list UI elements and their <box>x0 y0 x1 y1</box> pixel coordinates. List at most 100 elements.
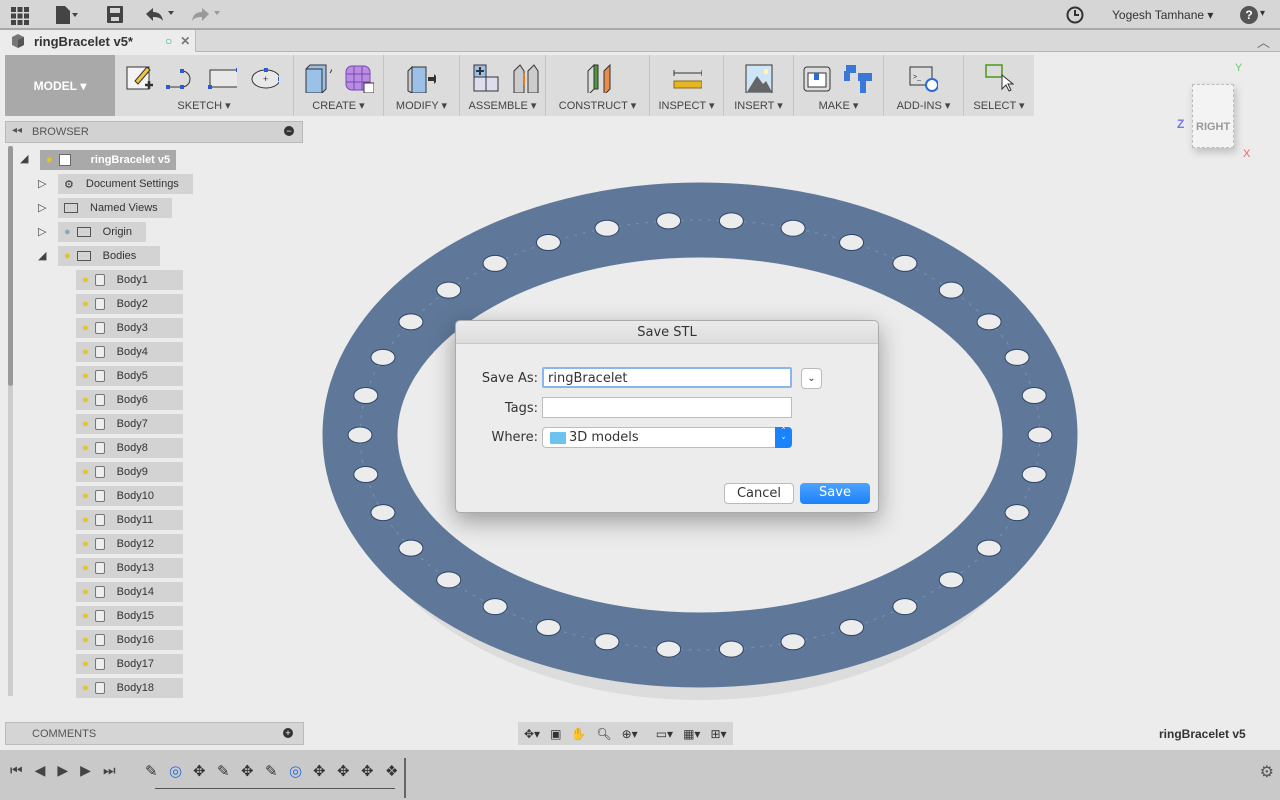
collapse-triangle-icon[interactable]: ◢ <box>38 249 46 262</box>
browser-folder-named-views[interactable]: Named Views <box>58 198 172 218</box>
cancel-button[interactable]: Cancel <box>724 483 794 504</box>
browser-body-item[interactable]: ● Body14 <box>76 582 183 602</box>
sketch-menu[interactable]: SKETCH ▾ <box>115 99 293 112</box>
browser-body-item[interactable]: ● Body12 <box>76 534 183 554</box>
expand-triangle-icon[interactable]: ◢ <box>20 152 28 165</box>
browser-body-item[interactable]: ● Body2 <box>76 294 183 314</box>
expand-dialog-chevron-icon[interactable]: ⌄ <box>801 368 822 389</box>
assemble-group[interactable]: ASSEMBLE ▾ <box>459 55 545 116</box>
lightbulb-icon[interactable]: ● <box>82 466 89 478</box>
new-component-icon[interactable] <box>470 63 500 93</box>
add-comment-icon[interactable]: + <box>283 728 293 738</box>
expand-triangle-icon[interactable]: ▷ <box>38 225 46 238</box>
lightbulb-icon[interactable]: ● <box>82 394 89 406</box>
browser-scrollbar[interactable] <box>8 146 13 696</box>
browser-folder-bodies[interactable]: ● Bodies <box>58 246 161 266</box>
job-status-clock-icon[interactable] <box>1066 6 1084 24</box>
timeline-sketch-feature-icon[interactable]: ✎ <box>265 762 283 780</box>
form-icon[interactable] <box>344 63 374 93</box>
workspace-switcher[interactable]: MODEL ▾ <box>5 55 115 116</box>
save-as-input[interactable]: ringBracelet <box>542 367 792 388</box>
lightbulb-icon[interactable]: ● <box>82 370 89 382</box>
where-select[interactable]: 3D models ˄ ˅ <box>542 427 792 448</box>
look-at-icon[interactable]: ▣ <box>550 727 561 741</box>
browser-body-item[interactable]: ● Body10 <box>76 486 183 506</box>
timeline-move-feature-icon[interactable]: ✥ <box>193 762 211 780</box>
inspect-group[interactable]: INSPECT ▾ <box>649 55 723 116</box>
joint-icon[interactable] <box>510 63 540 93</box>
browser-body-item[interactable]: ● Body11 <box>76 510 183 530</box>
lightbulb-icon[interactable]: ● <box>82 634 89 646</box>
select-icon[interactable] <box>984 63 1014 93</box>
insert-group[interactable]: INSERT ▾ <box>723 55 793 116</box>
expand-triangle-icon[interactable]: ▷ <box>38 201 46 214</box>
press-pull-icon[interactable] <box>406 63 436 93</box>
make-group[interactable]: MAKE ▾ <box>793 55 883 116</box>
lightbulb-icon[interactable]: ● <box>64 250 71 262</box>
timeline-move-feature-icon[interactable]: ✥ <box>241 762 259 780</box>
go-to-start-icon[interactable]: ⏮ <box>10 762 23 779</box>
save-icon[interactable] <box>107 6 123 24</box>
assemble-menu[interactable]: ASSEMBLE ▾ <box>460 99 545 112</box>
insert-menu[interactable]: INSERT ▾ <box>724 99 793 112</box>
grid-settings-icon[interactable]: ▦▾ <box>683 727 700 741</box>
browser-root-node[interactable]: ● ringBracelet v5 <box>40 150 177 170</box>
select-group[interactable]: SELECT ▾ <box>963 55 1034 116</box>
lightbulb-icon[interactable]: ● <box>82 346 89 358</box>
insert-image-icon[interactable] <box>744 63 774 93</box>
help-dropdown-icon[interactable]: ▾ <box>1260 8 1265 19</box>
expand-triangle-icon[interactable]: ▷ <box>38 177 46 190</box>
line-icon[interactable] <box>165 63 195 93</box>
extrude-icon[interactable] <box>302 63 332 93</box>
timeline-revolve-feature-icon[interactable]: ◎ <box>169 762 187 780</box>
browser-panel-header[interactable]: ◂◂ BROWSER − <box>5 121 303 143</box>
file-menu-icon[interactable] <box>56 6 78 24</box>
browser-body-item[interactable]: ● Body3 <box>76 318 183 338</box>
step-back-icon[interactable]: ◀ <box>35 762 46 779</box>
sketch-group[interactable]: + SKETCH ▾ <box>115 55 293 116</box>
lightbulb-icon[interactable]: ● <box>64 226 71 238</box>
comments-panel[interactable]: COMMENTS + <box>5 722 304 745</box>
select-menu[interactable]: SELECT ▾ <box>964 99 1034 112</box>
browser-body-item[interactable]: ● Body7 <box>76 414 183 434</box>
tags-input[interactable] <box>542 397 792 418</box>
lightbulb-icon[interactable]: ● <box>82 274 89 286</box>
browser-folder-document-settings[interactable]: ⚙ Document Settings <box>58 174 193 194</box>
help-icon[interactable]: ? <box>1240 6 1258 24</box>
timeline-move-feature-icon[interactable]: ✥ <box>313 762 331 780</box>
collapse-browser-icon[interactable]: ◂◂ <box>12 125 22 136</box>
lightbulb-icon[interactable]: ● <box>82 682 89 694</box>
timeline-settings-gear-icon[interactable]: ⚙ <box>1260 762 1274 782</box>
document-tab[interactable]: ringBracelet v5* ○ ✕ <box>0 30 196 52</box>
display-settings-icon[interactable]: ▭▾ <box>656 727 673 741</box>
save-button[interactable]: Save <box>800 483 870 504</box>
timeline-revolve-feature-icon[interactable]: ◎ <box>289 762 307 780</box>
lightbulb-icon[interactable]: ● <box>82 586 89 598</box>
modify-menu[interactable]: MODIFY ▾ <box>384 99 459 112</box>
add-ins-menu[interactable]: ADD-INS ▾ <box>884 99 963 112</box>
create-menu[interactable]: CREATE ▾ <box>294 99 383 112</box>
timeline-marker[interactable] <box>404 758 406 798</box>
browser-options-icon[interactable]: − <box>284 126 294 136</box>
browser-body-item[interactable]: ● Body6 <box>76 390 183 410</box>
create-sketch-icon[interactable] <box>125 63 155 93</box>
step-forward-icon[interactable]: ▶ <box>80 762 91 779</box>
inspect-menu[interactable]: INSPECT ▾ <box>650 99 723 112</box>
offset-plane-icon[interactable] <box>584 63 614 93</box>
browser-body-item[interactable]: ● Body5 <box>76 366 183 386</box>
lightbulb-icon[interactable]: ● <box>82 322 89 334</box>
timeline-sketch-feature-icon[interactable]: ✎ <box>145 762 163 780</box>
timeline-combine-feature-icon[interactable]: ❖ <box>385 762 403 780</box>
user-menu[interactable]: Yogesh Tamhane ▾ <box>1112 8 1213 22</box>
lightbulb-icon[interactable]: ● <box>82 538 89 550</box>
undo-icon[interactable] <box>146 8 178 22</box>
browser-body-item[interactable]: ● Body16 <box>76 630 183 650</box>
browser-body-item[interactable]: ● Body18 <box>76 678 183 698</box>
construct-group[interactable]: CONSTRUCT ▾ <box>545 55 649 116</box>
collapse-chevron-up-icon[interactable]: ︿ <box>1257 32 1270 51</box>
lightbulb-icon[interactable]: ● <box>82 418 89 430</box>
browser-body-item[interactable]: ● Body8 <box>76 438 183 458</box>
lightbulb-icon[interactable]: ● <box>82 490 89 502</box>
lightbulb-icon[interactable]: ● <box>82 298 89 310</box>
lightbulb-icon[interactable]: ● <box>82 442 89 454</box>
